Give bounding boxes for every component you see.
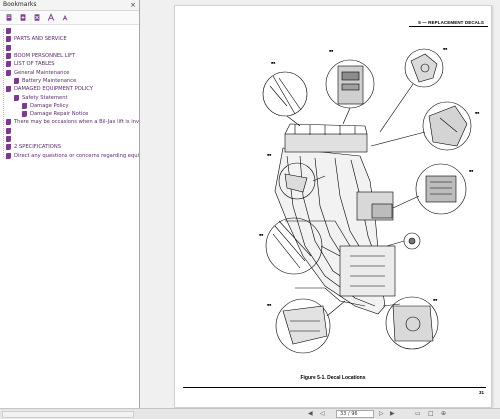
bookmark-label: Battery Maintenance [22, 77, 77, 84]
bookmark-item[interactable]: Damage Policy [0, 102, 139, 110]
bookmark-item[interactable] [0, 135, 139, 143]
svg-text:■■: ■■ [259, 233, 263, 237]
page-number: 31 [478, 390, 484, 395]
svg-text:■■: ■■ [433, 298, 437, 302]
bookmark-icon [6, 127, 11, 134]
zoom-icon[interactable]: ⊕ [441, 410, 446, 418]
svg-text:■■: ■■ [267, 153, 271, 157]
bookmark-icon [6, 44, 11, 51]
bookmark-delete-icon[interactable] [32, 13, 42, 23]
bookmark-item[interactable]: 2 SPECIFICATIONS [0, 143, 139, 151]
bookmark-label: General Maintenance [14, 69, 70, 76]
bookmark-icon [6, 28, 11, 35]
bookmark-icon [6, 119, 11, 126]
bookmark-item[interactable]: Battery Maintenance [0, 77, 139, 85]
bookmark-item[interactable]: There may be occasions when a Bil-Jax li… [0, 118, 139, 126]
bookmark-item[interactable]: General Maintenance [0, 68, 139, 76]
bookmarks-panel: Bookmarks × PARTS AND SERVICE BOOM PERSON… [0, 0, 140, 408]
last-page-icon[interactable]: ▶ [390, 410, 395, 418]
bookmark-label: DAMAGED EQUIPMENT POLICY [14, 86, 93, 93]
single-page-icon[interactable]: □ [428, 410, 434, 418]
bookmark-icon [6, 144, 11, 151]
bookmark-label: 2 SPECIFICATIONS [14, 144, 62, 151]
bookmarks-tree: PARTS AND SERVICE BOOM PERSONNEL LIFT LIST… [0, 25, 139, 160]
first-page-icon[interactable]: ◀ [308, 410, 313, 418]
decal-locations-drawing: ■■ ■■ ■■ ■■ ■■ ■■ ■■ ■■ ■■ [259, 47, 479, 354]
bookmark-icon [6, 36, 11, 43]
bookmark-item[interactable] [0, 44, 139, 52]
page-number-input[interactable]: 33 / 96 [336, 410, 374, 418]
svg-text:■■: ■■ [469, 169, 473, 173]
bookmark-item[interactable]: BOOM PERSONNEL LIFT [0, 52, 139, 60]
bookmark-item[interactable]: Direct any questions or concerns regardi… [0, 151, 139, 159]
bookmark-item[interactable]: DAMAGED EQUIPMENT POLICY [0, 85, 139, 93]
document-viewer[interactable]: 5 — REPLACEMENT DECALS ■■ ■■ ■■ ■■ ■■ ■■… [141, 0, 500, 408]
figure-caption: Figure 5-1. Decal Locations [300, 375, 366, 381]
pdf-page: 5 — REPLACEMENT DECALS ■■ ■■ ■■ ■■ ■■ ■■… [174, 5, 492, 408]
bookmarks-title: Bookmarks [3, 1, 37, 8]
svg-text:■■: ■■ [475, 111, 479, 115]
bookmark-icon [6, 86, 11, 93]
bookmarks-toolbar [0, 11, 139, 25]
svg-text:■■: ■■ [329, 49, 333, 53]
bookmark-label: Damage Repair Notice [30, 111, 89, 118]
bookmark-icon [6, 69, 11, 76]
text-decrease-icon[interactable] [60, 13, 70, 23]
bookmark-item[interactable]: Safety Statement [0, 93, 139, 101]
bookmark-label: Direct any questions or concerns regardi… [14, 152, 139, 159]
bookmark-label: Safety Statement [22, 94, 68, 101]
bookmark-icon [22, 111, 27, 118]
bookmark-icon [6, 53, 11, 60]
bookmark-icon [22, 102, 27, 109]
bookmark-label: There may be occasions when a Bil-Jax li… [14, 119, 139, 126]
bookmark-item[interactable]: PARTS AND SERVICE [0, 35, 139, 43]
bookmark-new-icon[interactable] [18, 13, 28, 23]
svg-text:■■: ■■ [271, 61, 275, 65]
bookmark-item[interactable]: Damage Repair Notice [0, 110, 139, 118]
bookmark-label: PARTS AND SERVICE [14, 36, 67, 43]
text-increase-icon[interactable] [46, 13, 56, 23]
bookmark-item[interactable]: LIST OF TABLES [0, 60, 139, 68]
bookmark-item[interactable] [0, 27, 139, 35]
previous-page-icon[interactable]: ◁ [320, 410, 325, 418]
status-bar: ◀ ◁ 33 / 96 ▷ ▶ ▭ □ ⊕ [0, 408, 500, 419]
close-icon[interactable]: × [130, 0, 136, 10]
bookmark-label: LIST OF TABLES [14, 61, 55, 68]
bookmark-expand-icon[interactable] [4, 13, 14, 23]
svg-text:■■: ■■ [443, 47, 447, 51]
fit-page-icon[interactable]: ▭ [415, 410, 421, 418]
tree-guide-line [3, 29, 4, 157]
bookmark-label: Damage Policy [30, 102, 69, 109]
bookmark-label: BOOM PERSONNEL LIFT [14, 53, 76, 60]
svg-text:■■: ■■ [267, 303, 271, 307]
bookmark-item[interactable] [0, 127, 139, 135]
bookmarks-header: Bookmarks × [0, 0, 139, 11]
bookmark-icon [6, 136, 11, 142]
bookmark-icon [6, 152, 11, 159]
bookmark-icon [6, 61, 11, 68]
bookmark-icon [14, 77, 19, 84]
bookmarks-horizontal-scrollbar[interactable] [2, 411, 134, 418]
pdf-viewer-window: Bookmarks × PARTS AND SERVICE BOOM PERSON… [0, 0, 500, 419]
bookmark-icon [14, 94, 19, 101]
footer-rule [183, 387, 486, 388]
next-page-icon[interactable]: ▷ [379, 410, 384, 418]
